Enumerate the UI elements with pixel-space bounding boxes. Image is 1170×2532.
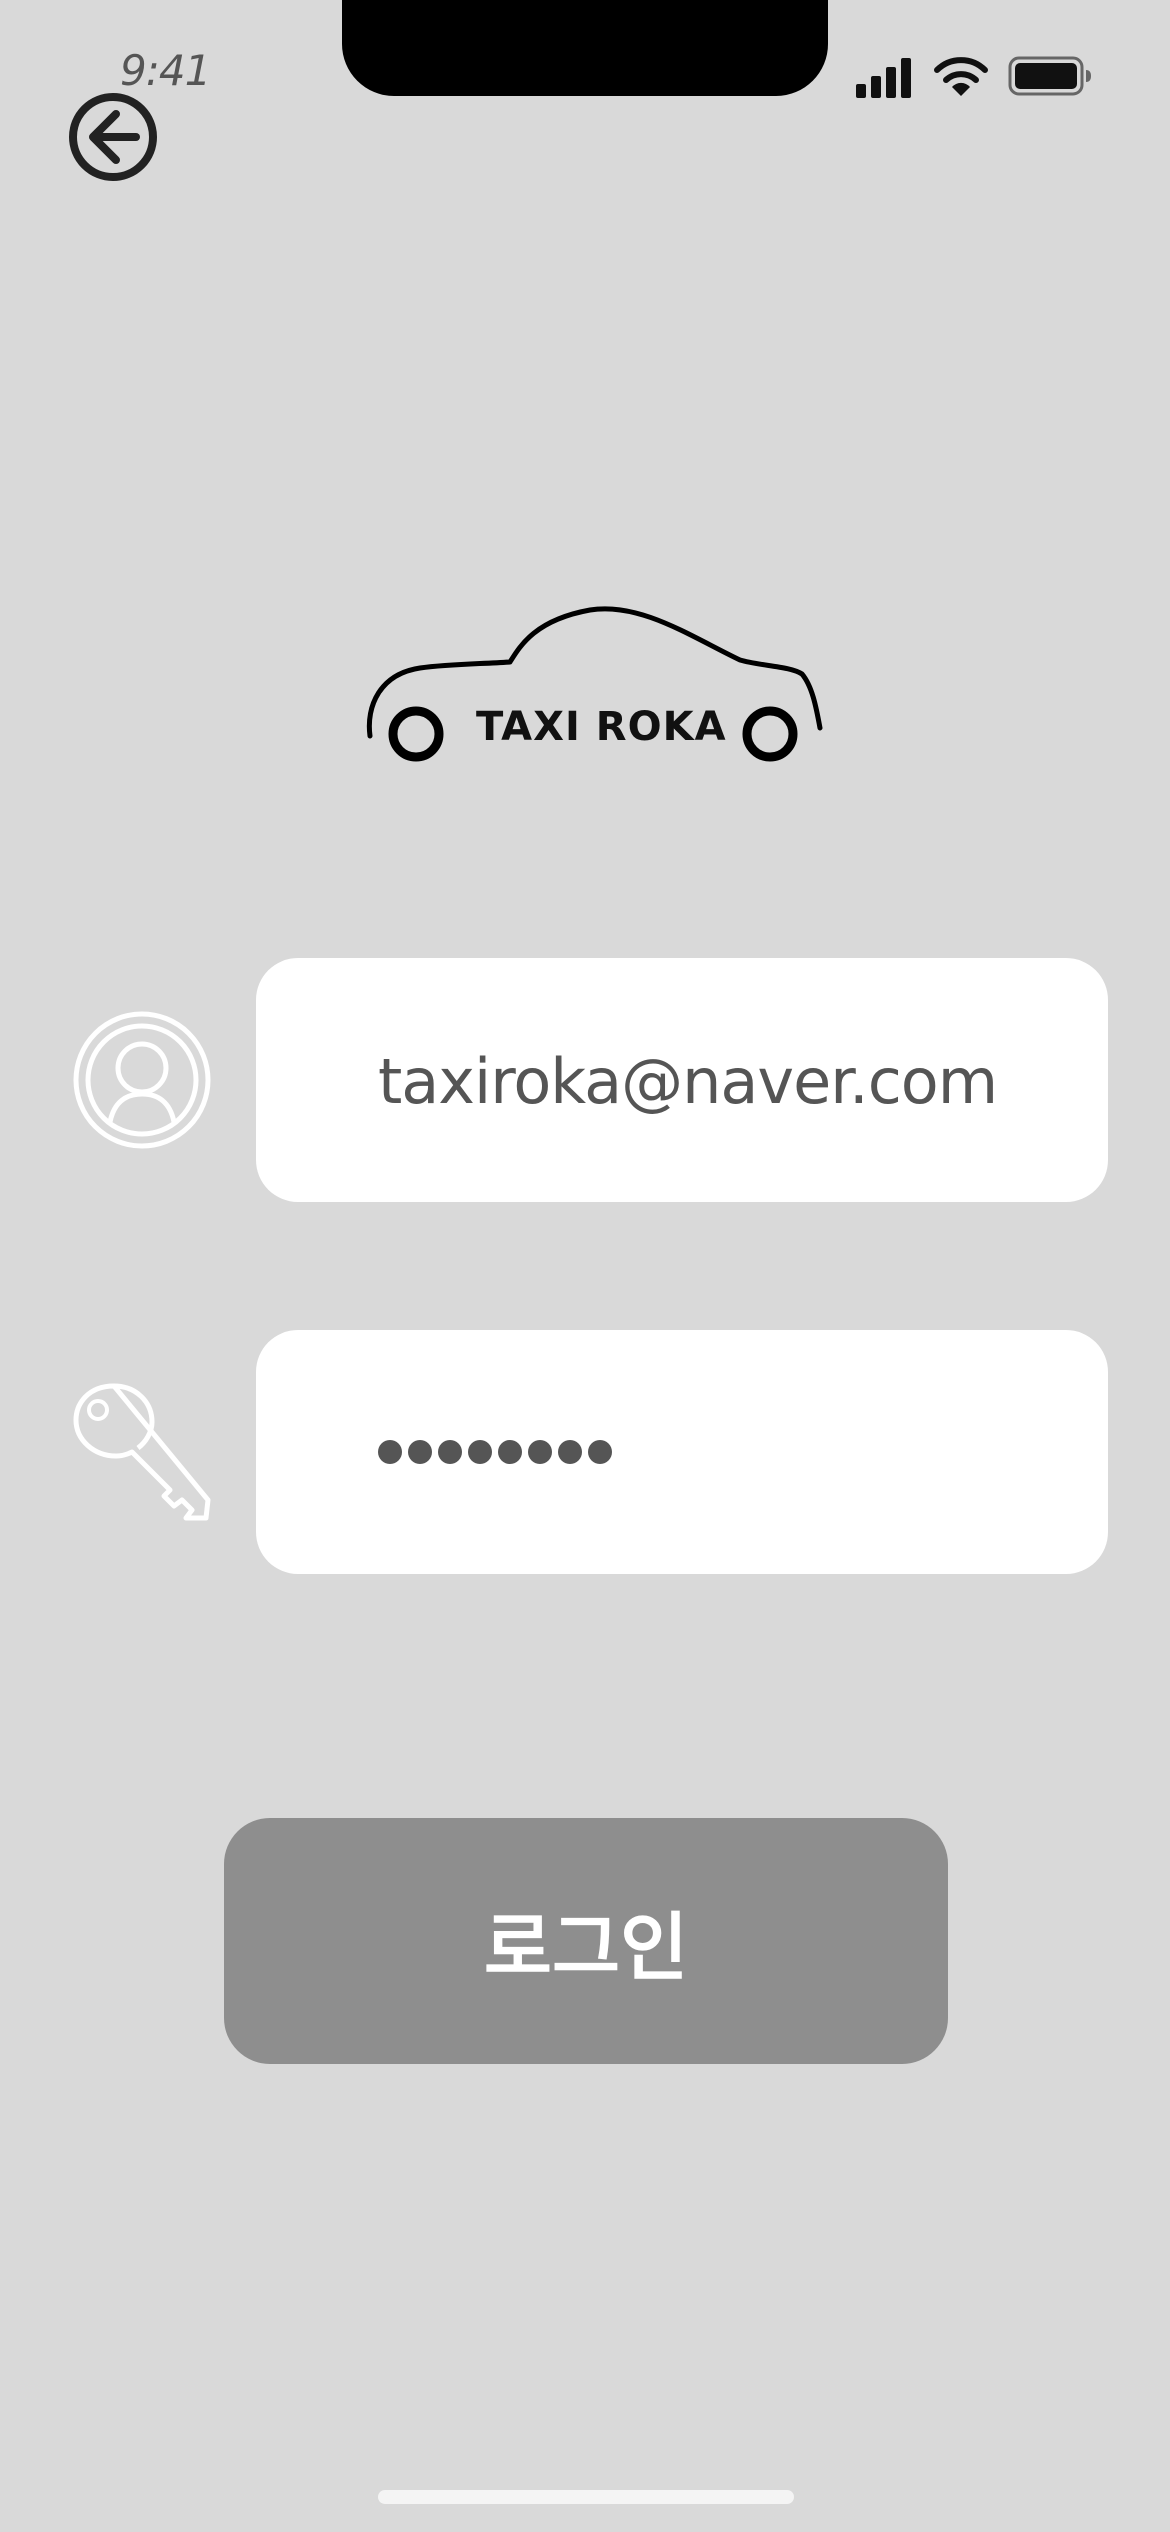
wifi-icon — [934, 57, 988, 96]
logo-wordmark: TAXI ROKA — [476, 704, 727, 750]
password-input[interactable] — [378, 1410, 612, 1494]
login-button[interactable]: 로그인 — [224, 1818, 948, 2064]
password-dot — [498, 1440, 522, 1464]
user-circle-icon — [73, 1011, 211, 1149]
password-dot — [408, 1440, 432, 1464]
email-field-container — [256, 958, 1108, 1204]
device-notch — [342, 0, 828, 96]
email-input[interactable] — [376, 958, 1080, 1204]
password-dot — [378, 1440, 402, 1464]
home-indicator[interactable] — [378, 2490, 794, 2504]
cellular-signal-icon — [856, 58, 911, 98]
password-dot — [588, 1440, 612, 1464]
status-time: 9:41 — [120, 46, 211, 95]
password-dot — [528, 1440, 552, 1464]
back-arrow-icon[interactable] — [68, 92, 158, 182]
password-dot — [468, 1440, 492, 1464]
password-dot — [438, 1440, 462, 1464]
password-field-container[interactable] — [256, 1330, 1108, 1574]
battery-icon — [1008, 56, 1091, 96]
password-dot — [558, 1440, 582, 1464]
key-icon — [73, 1383, 211, 1521]
